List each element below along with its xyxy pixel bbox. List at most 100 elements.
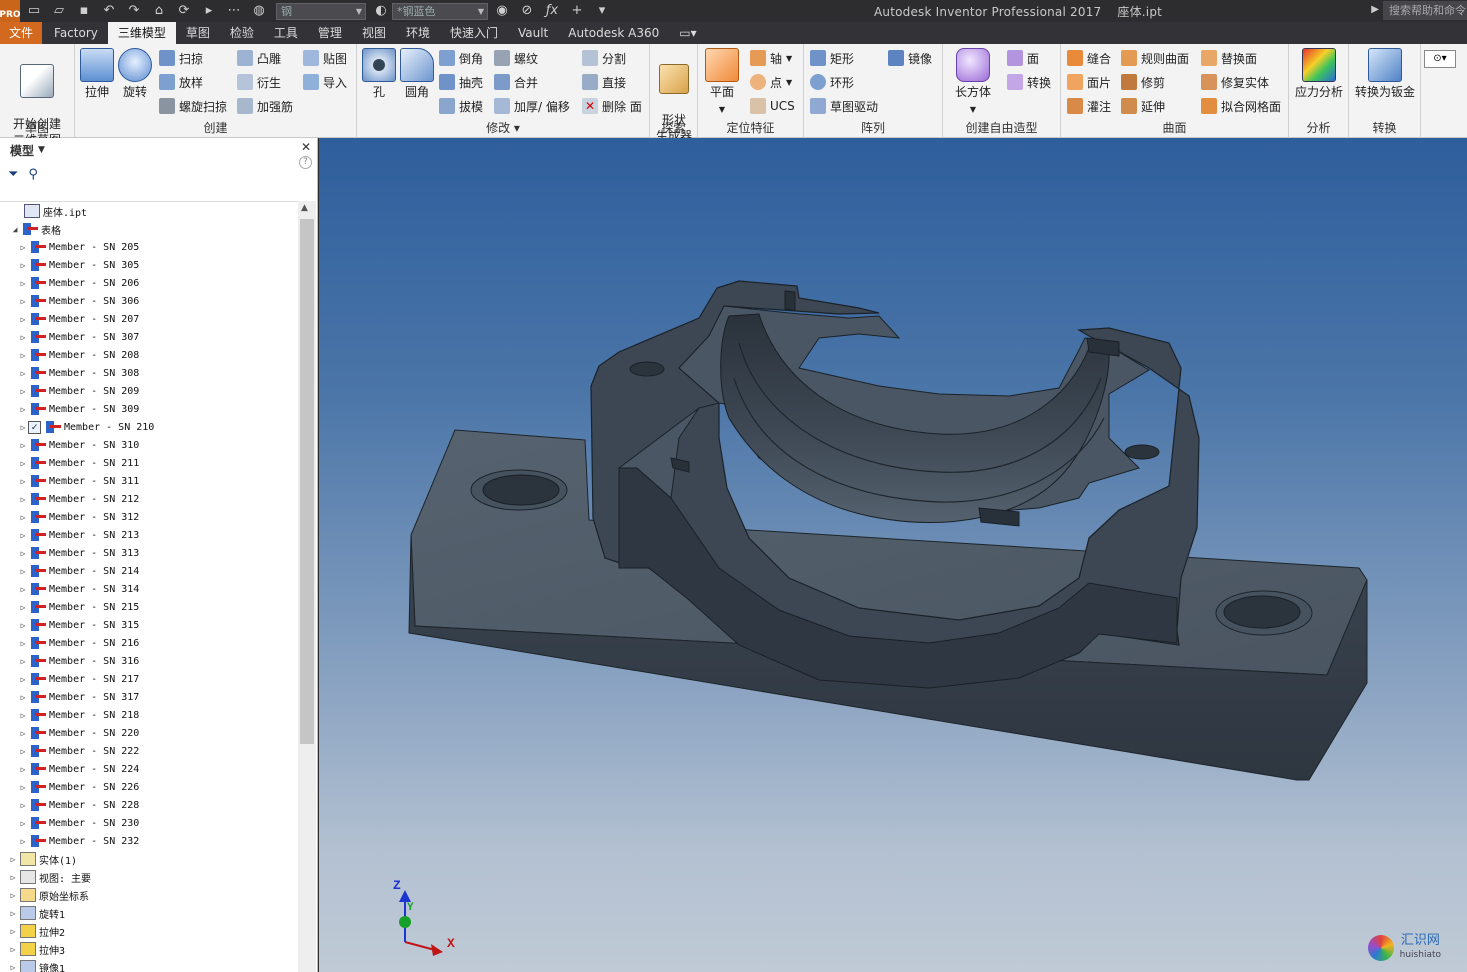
pillow-block-part[interactable]	[319, 138, 1467, 972]
tree-item-member[interactable]: ▷ Member - SN 315	[18, 616, 139, 634]
expand-icon[interactable]: ▷	[18, 765, 28, 774]
tab-environments[interactable]: 环境	[396, 22, 440, 44]
expand-icon[interactable]: ▷	[18, 279, 28, 288]
fx-parameters-icon[interactable]: ƒx	[541, 2, 563, 20]
expand-icon[interactable]: ▷	[18, 243, 28, 252]
point-button[interactable]: 点 ▼	[750, 72, 792, 92]
stitch-button[interactable]: 缝合	[1067, 48, 1111, 68]
extrude-button[interactable]: 拉伸	[79, 48, 115, 100]
split-button[interactable]: 分割	[582, 48, 626, 68]
tree-item-member[interactable]: ▷ Member - SN 206	[18, 274, 139, 292]
tree-item-member[interactable]: ▷ Member - SN 311	[18, 472, 139, 490]
convert-sheet-metal-button[interactable]: 转换为钣金	[1351, 48, 1419, 100]
tree-item-feature[interactable]: ▷ 原始坐标系	[8, 886, 89, 904]
expand-icon[interactable]: ▷	[18, 513, 28, 522]
tree-item-member[interactable]: ▷ Member - SN 222	[18, 742, 139, 760]
thicken-offset-button[interactable]: 加厚/ 偏移	[494, 96, 570, 116]
help-icon[interactable]: ?	[299, 156, 312, 169]
help-search-input[interactable]: 搜索帮助和命令	[1383, 1, 1467, 20]
ribbon-options-dropdown[interactable]: ⊙▾	[1424, 50, 1456, 68]
browser-header[interactable]: 模型 ▼	[0, 138, 317, 162]
expand-icon[interactable]: ▷	[18, 405, 28, 414]
material-select[interactable]: 钢 ▼	[276, 2, 366, 20]
tree-item-member[interactable]: ▷ Member - SN 314	[18, 580, 139, 598]
expand-icon[interactable]: ▷	[18, 747, 28, 756]
tree-item-feature[interactable]: ▷ 视图: 主要	[8, 868, 91, 886]
tab-view[interactable]: 视图	[352, 22, 396, 44]
expand-icon[interactable]: ▷	[18, 495, 28, 504]
stress-analysis-button[interactable]: 应力分析	[1291, 48, 1347, 100]
tree-item-member[interactable]: ▷ Member - SN 215	[18, 598, 139, 616]
tree-item-member[interactable]: ▷ Member - SN 310	[18, 436, 139, 454]
expand-icon[interactable]: ▷	[18, 387, 28, 396]
clear-appearance-icon[interactable]: ⊘	[516, 2, 538, 20]
tree-item-member[interactable]: ▷ Member - SN 214	[18, 562, 139, 580]
color-sphere-icon[interactable]: ◍	[248, 2, 270, 20]
tree-item-member[interactable]: ▷ Member - SN 306	[18, 292, 139, 310]
revolve-button[interactable]: 旋转	[117, 48, 153, 100]
expand-icon[interactable]: ▷	[18, 567, 28, 576]
axis-button[interactable]: 轴 ▼	[750, 48, 792, 68]
tree-item-feature[interactable]: ▷ 拉伸2	[8, 922, 65, 940]
browser-scrollbar[interactable]: ▲	[298, 201, 316, 972]
play-icon[interactable]: ▶	[1371, 4, 1379, 15]
expand-icon[interactable]: ▷	[18, 531, 28, 540]
expand-icon[interactable]: ▷	[18, 729, 28, 738]
expand-icon[interactable]: ▷	[18, 711, 28, 720]
update-icon[interactable]: ⟳	[173, 2, 195, 20]
expand-icon[interactable]: ▷	[18, 315, 28, 324]
mirror-button[interactable]: 镜像	[888, 48, 932, 68]
tree-item-member[interactable]: ▷ Member - SN 316	[18, 652, 139, 670]
tab-vault[interactable]: Vault	[508, 22, 558, 44]
tree-item-member[interactable]: ▷ Member - SN 308	[18, 364, 139, 382]
emboss-button[interactable]: 凸雕	[237, 48, 281, 68]
expand-icon[interactable]: ▷	[18, 441, 28, 450]
save-icon[interactable]: ▪	[73, 2, 95, 20]
tree-item-member[interactable]: ▷ Member - SN 309	[18, 400, 139, 418]
import-button[interactable]: 导入	[303, 72, 347, 92]
expand-icon[interactable]: ▷	[18, 693, 28, 702]
thread-button[interactable]: 螺纹	[494, 48, 538, 68]
tree-item-member[interactable]: ▷ Member - SN 212	[18, 490, 139, 508]
tree-item-member[interactable]: ▷ Member - SN 305	[18, 256, 139, 274]
sculpt-button[interactable]: 灌注	[1067, 96, 1111, 116]
hole-button[interactable]: 孔	[361, 48, 397, 100]
tab-factory[interactable]: Factory	[44, 22, 108, 44]
delete-face-button[interactable]: ✕ 删除 面	[582, 96, 642, 116]
combine-button[interactable]: 合并	[494, 72, 538, 92]
panel-title-modify[interactable]: 修改 ▾	[357, 119, 649, 136]
new-file-icon[interactable]: ▭	[23, 2, 45, 20]
tab-file[interactable]: 文件	[0, 22, 43, 44]
tree-item-member[interactable]: ▷ Member - SN 208	[18, 346, 139, 364]
tree-item-member[interactable]: ▷ Member - SN 224	[18, 760, 139, 778]
plus-icon[interactable]: +	[566, 2, 588, 20]
tree-item-feature[interactable]: ▷ 实体(1)	[8, 850, 77, 868]
expand-icon[interactable]: ▷	[18, 261, 28, 270]
direct-edit-button[interactable]: 直接	[582, 72, 626, 92]
scrollbar-thumb[interactable]	[300, 219, 314, 744]
open-folder-icon[interactable]: ▱	[48, 2, 70, 20]
expand-icon[interactable]: ▷	[18, 675, 28, 684]
tree-item-feature[interactable]: ▷ 拉伸3	[8, 940, 65, 958]
view-triad[interactable]: Z Y X	[389, 878, 469, 958]
tree-item-member[interactable]: ▷ Member - SN 230	[18, 814, 139, 832]
home-icon[interactable]: ⌂	[148, 2, 170, 20]
expand-icon[interactable]: ▷	[18, 297, 28, 306]
expand-icon[interactable]: ▷	[18, 639, 28, 648]
circular-pattern-button[interactable]: 环形	[810, 72, 854, 92]
fit-mesh-face-button[interactable]: 拟合网格面	[1201, 96, 1281, 116]
expand-icon[interactable]: ▷	[18, 477, 28, 486]
derive-button[interactable]: 衍生	[237, 72, 281, 92]
rectangular-pattern-button[interactable]: 矩形	[810, 48, 854, 68]
expand-icon[interactable]: ▷	[18, 657, 28, 666]
expand-icon[interactable]: ▷	[8, 855, 18, 864]
tab-overflow-icon[interactable]: ▭▾	[669, 22, 706, 44]
loft-button[interactable]: 放样	[159, 72, 203, 92]
trim-button[interactable]: 修剪	[1121, 72, 1165, 92]
binoculars-search-icon[interactable]: ⚲	[28, 167, 38, 182]
expand-icon[interactable]: ▷	[18, 801, 28, 810]
tree-item-member[interactable]: ▷ Member - SN 220	[18, 724, 139, 742]
tree-item-member[interactable]: ▷ Member - SN 312	[18, 508, 139, 526]
expand-icon[interactable]: ▷	[8, 873, 18, 882]
sweep-button[interactable]: 扫掠	[159, 48, 203, 68]
